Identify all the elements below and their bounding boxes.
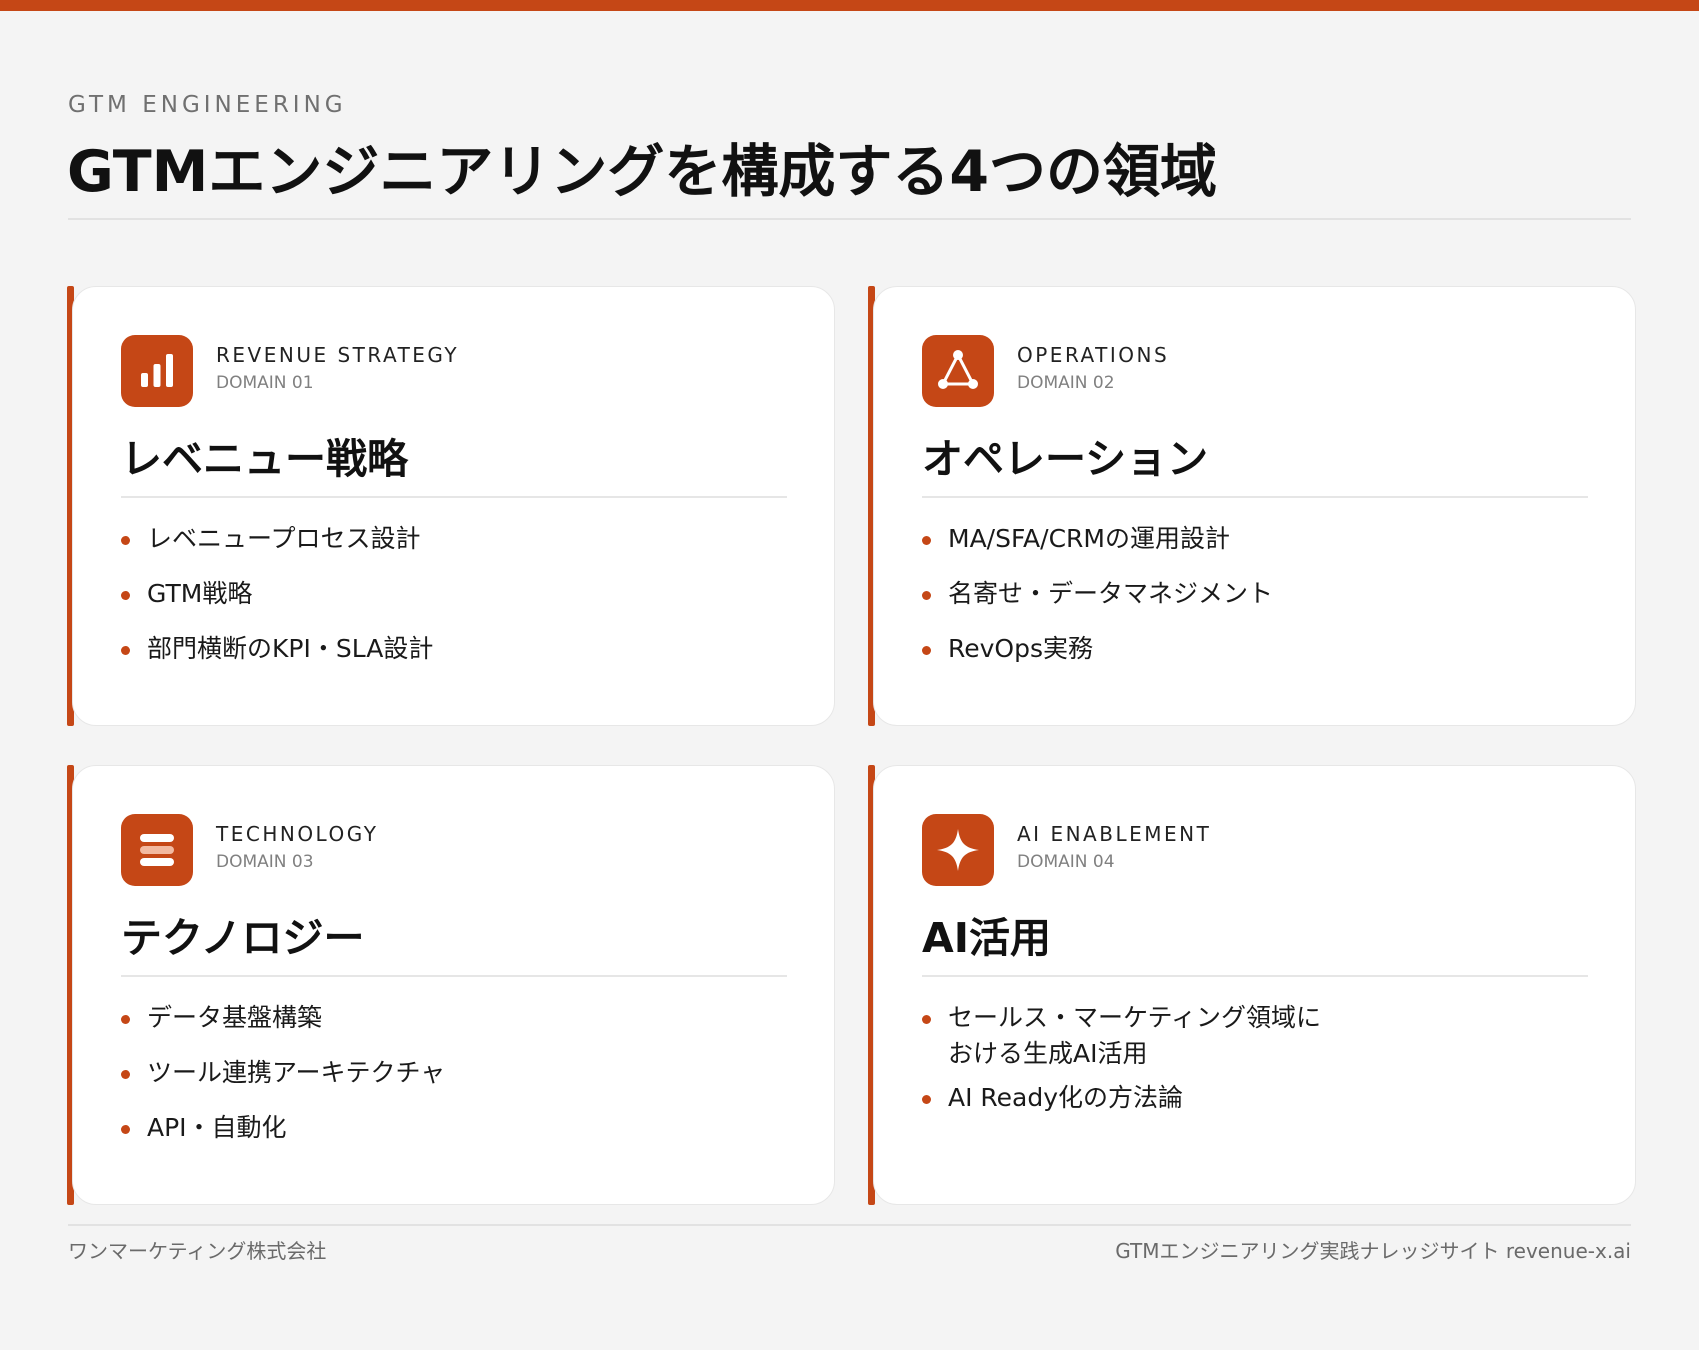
list-item: レベニュープロセス設計 <box>121 521 781 557</box>
list-item: GTM戦略 <box>121 576 781 612</box>
domain-card-revenue-strategy: REVENUE STRATEGY DOMAIN 01 レベニュー戦略 レベニュー… <box>72 286 835 726</box>
card-divider <box>121 496 787 498</box>
card-divider <box>121 975 787 977</box>
list-item: AI Ready化の方法論 <box>922 1080 1342 1116</box>
list-item: セールス・マーケティング領域における生成AI活用 <box>922 1000 1342 1072</box>
footer-company: ワンマーケティング株式会社 <box>68 1239 327 1263</box>
page-title: GTMエンジニアリングを構成する4つの領域 <box>67 139 1218 205</box>
domain-label-en: AI ENABLEMENT <box>1017 822 1212 846</box>
list-item: RevOps実務 <box>922 631 1582 667</box>
domain-label-en: TECHNOLOGY <box>216 822 379 846</box>
domain-title: テクノロジー <box>121 914 365 962</box>
stack-layers-icon <box>121 814 193 886</box>
domain-number: DOMAIN 02 <box>1017 373 1115 393</box>
title-divider <box>68 218 1631 220</box>
domain-card-ai-enablement: AI ENABLEMENT DOMAIN 04 AI活用 セールス・マーケティン… <box>873 765 1636 1205</box>
domain-title: AI活用 <box>922 914 1051 962</box>
list-item: データ基盤構築 <box>121 1000 781 1036</box>
domain-item-list: データ基盤構築 ツール連携アーキテクチャ API・自動化 <box>121 1000 781 1165</box>
list-item: MA/SFA/CRMの運用設計 <box>922 521 1582 557</box>
domain-label-en: OPERATIONS <box>1017 343 1170 367</box>
footer-divider <box>68 1224 1631 1226</box>
domain-label-en: REVENUE STRATEGY <box>216 343 460 367</box>
bar-chart-icon <box>121 335 193 407</box>
domain-card-operations: OPERATIONS DOMAIN 02 オペレーション MA/SFA/CRMの… <box>873 286 1636 726</box>
sparkle-icon <box>922 814 994 886</box>
domain-card-technology: TECHNOLOGY DOMAIN 03 テクノロジー データ基盤構築 ツール連… <box>72 765 835 1205</box>
domain-number: DOMAIN 03 <box>216 852 314 872</box>
section-kicker: GTM ENGINEERING <box>68 92 347 118</box>
domain-title: レベニュー戦略 <box>121 435 408 483</box>
list-item: API・自動化 <box>121 1110 781 1146</box>
domain-number: DOMAIN 01 <box>216 373 314 393</box>
top-accent-bar <box>0 0 1699 11</box>
list-item: 名寄せ・データマネジメント <box>922 576 1582 612</box>
footer-site: GTMエンジニアリング実践ナレッジサイト revenue-x.ai <box>1115 1239 1631 1263</box>
card-divider <box>922 496 1588 498</box>
domain-item-list: セールス・マーケティング領域における生成AI活用 AI Ready化の方法論 <box>922 1000 1342 1124</box>
network-triangle-icon <box>922 335 994 407</box>
card-divider <box>922 975 1588 977</box>
domain-item-list: レベニュープロセス設計 GTM戦略 部門横断のKPI・SLA設計 <box>121 521 781 686</box>
domain-title: オペレーション <box>922 435 1209 483</box>
domain-item-list: MA/SFA/CRMの運用設計 名寄せ・データマネジメント RevOps実務 <box>922 521 1582 686</box>
list-item: ツール連携アーキテクチャ <box>121 1055 781 1091</box>
list-item: 部門横断のKPI・SLA設計 <box>121 631 781 667</box>
domain-number: DOMAIN 04 <box>1017 852 1115 872</box>
